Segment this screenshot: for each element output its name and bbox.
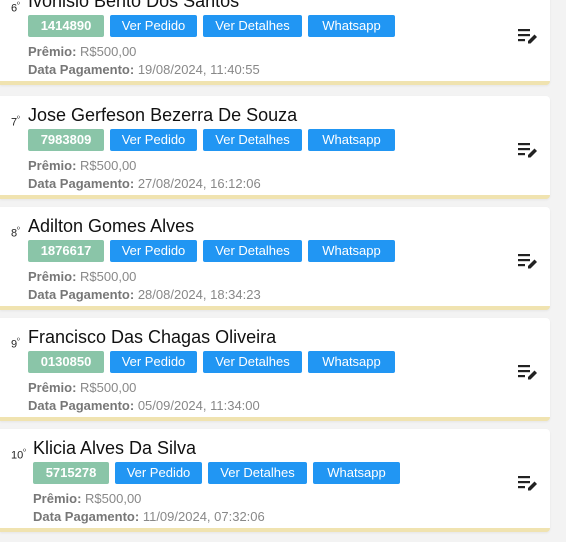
action-buttons: 7983809 Ver Pedido Ver Detalhes Whatsapp [28, 129, 395, 151]
data-pagamento-value: 28/08/2024, 18:34:23 [137, 287, 261, 302]
rank-label: 6º [11, 2, 20, 15]
data-pagamento-label: Data Pagamento: [28, 176, 135, 191]
premio-label: Prêmio: [28, 380, 77, 395]
data-pagamento-line: Data Pagamento: 05/09/2024, 11:34:00 [28, 398, 260, 413]
winner-name: Francisco Das Chagas Oliveira [28, 327, 277, 347]
premio-label: Prêmio: [28, 158, 77, 173]
winners-list: 6º Ivonisio Bento Dos Santos 1414890 Ver… [0, 0, 566, 542]
premio-line: Prêmio: R$500,00 [28, 158, 136, 173]
whatsapp-button[interactable]: Whatsapp [308, 129, 395, 151]
ticket-code-badge[interactable]: 1876617 [28, 240, 104, 262]
premio-value: R$500,00 [80, 158, 137, 173]
premio-value: R$500,00 [80, 44, 137, 59]
winner-card: 8º Adilton Gomes Alves 1876617 Ver Pedid… [0, 207, 550, 310]
ver-detalhes-button[interactable]: Ver Detalhes [203, 240, 302, 262]
winner-card: 6º Ivonisio Bento Dos Santos 1414890 Ver… [0, 0, 550, 85]
data-pagamento-line: Data Pagamento: 11/09/2024, 07:32:06 [33, 509, 265, 524]
data-pagamento-label: Data Pagamento: [28, 287, 135, 302]
ticket-code-badge[interactable]: 1414890 [28, 15, 104, 37]
premio-value: R$500,00 [85, 491, 142, 506]
rank-label: 10º [11, 449, 26, 462]
ver-detalhes-button[interactable]: Ver Detalhes [203, 15, 302, 37]
winner-card: 7º Jose Gerfeson Bezerra De Souza 798380… [0, 96, 550, 199]
data-pagamento-line: Data Pagamento: 27/08/2024, 16:12:06 [28, 176, 261, 191]
ver-pedido-button[interactable]: Ver Pedido [110, 351, 197, 373]
premio-line: Prêmio: R$500,00 [33, 491, 141, 506]
edit-list-icon[interactable] [518, 28, 538, 44]
premio-value: R$500,00 [80, 269, 137, 284]
whatsapp-button[interactable]: Whatsapp [308, 351, 395, 373]
data-pagamento-value: 27/08/2024, 16:12:06 [137, 176, 261, 191]
edit-list-icon[interactable] [518, 364, 538, 380]
ver-detalhes-button[interactable]: Ver Detalhes [208, 462, 307, 484]
whatsapp-button[interactable]: Whatsapp [308, 240, 395, 262]
premio-label: Prêmio: [28, 269, 77, 284]
data-pagamento-value: 11/09/2024, 07:32:06 [142, 509, 265, 524]
ver-pedido-button[interactable]: Ver Pedido [110, 15, 197, 37]
data-pagamento-label: Data Pagamento: [28, 398, 135, 413]
winner-name: Jose Gerfeson Bezerra De Souza [28, 105, 298, 125]
data-pagamento-label: Data Pagamento: [33, 509, 140, 524]
winner-name: Ivonisio Bento Dos Santos [28, 0, 240, 11]
data-pagamento-label: Data Pagamento: [28, 62, 135, 77]
winner-card: 10º Klicia Alves Da Silva 5715278 Ver Pe… [0, 429, 550, 532]
ver-pedido-button[interactable]: Ver Pedido [115, 462, 202, 484]
data-pagamento-line: Data Pagamento: 19/08/2024, 11:40:55 [28, 62, 260, 77]
edit-list-icon[interactable] [518, 142, 538, 158]
data-pagamento-value: 05/09/2024, 11:34:00 [137, 398, 260, 413]
ticket-code-badge[interactable]: 0130850 [28, 351, 104, 373]
edit-list-icon[interactable] [518, 475, 538, 491]
action-buttons: 0130850 Ver Pedido Ver Detalhes Whatsapp [28, 351, 395, 373]
action-buttons: 1876617 Ver Pedido Ver Detalhes Whatsapp [28, 240, 395, 262]
data-pagamento-line: Data Pagamento: 28/08/2024, 18:34:23 [28, 287, 261, 302]
premio-line: Prêmio: R$500,00 [28, 269, 136, 284]
rank-label: 7º [11, 116, 20, 129]
edit-list-icon[interactable] [518, 253, 538, 269]
winner-name: Adilton Gomes Alves [28, 216, 195, 236]
ver-pedido-button[interactable]: Ver Pedido [110, 240, 197, 262]
action-buttons: 5715278 Ver Pedido Ver Detalhes Whatsapp [33, 462, 400, 484]
rank-label: 8º [11, 227, 20, 240]
action-buttons: 1414890 Ver Pedido Ver Detalhes Whatsapp [28, 15, 395, 37]
winner-card: 9º Francisco Das Chagas Oliveira 0130850… [0, 318, 550, 421]
premio-line: Prêmio: R$500,00 [28, 44, 136, 59]
ticket-code-badge[interactable]: 7983809 [28, 129, 104, 151]
premio-label: Prêmio: [33, 491, 82, 506]
rank-label: 9º [11, 338, 20, 351]
premio-line: Prêmio: R$500,00 [28, 380, 136, 395]
premio-value: R$500,00 [80, 380, 137, 395]
premio-label: Prêmio: [28, 44, 77, 59]
whatsapp-button[interactable]: Whatsapp [308, 15, 395, 37]
ticket-code-badge[interactable]: 5715278 [33, 462, 109, 484]
winner-name: Klicia Alves Da Silva [33, 438, 197, 458]
whatsapp-button[interactable]: Whatsapp [313, 462, 400, 484]
ver-pedido-button[interactable]: Ver Pedido [110, 129, 197, 151]
ver-detalhes-button[interactable]: Ver Detalhes [203, 351, 302, 373]
data-pagamento-value: 19/08/2024, 11:40:55 [137, 62, 260, 77]
ver-detalhes-button[interactable]: Ver Detalhes [203, 129, 302, 151]
